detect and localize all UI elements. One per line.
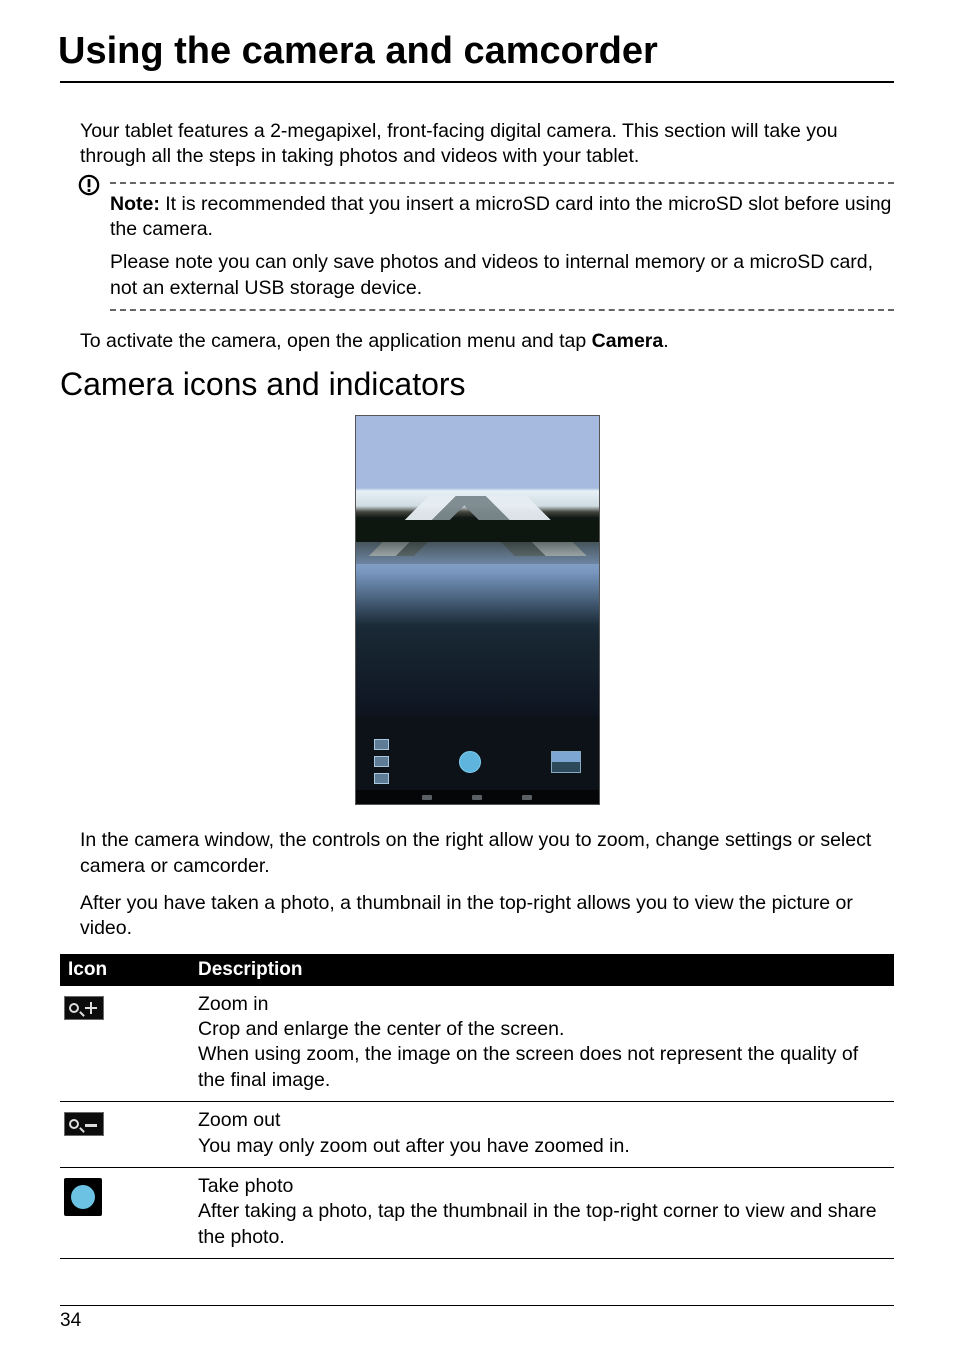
note-label: Note:	[110, 193, 160, 215]
activate-pre: To activate the camera, open the applica…	[80, 330, 592, 352]
table-row: Take photo After taking a photo, tap the…	[60, 1167, 894, 1258]
dashed-top	[110, 182, 894, 184]
note-line-1: It is recommended that you insert a micr…	[110, 193, 891, 240]
zoom-out-desc: Zoom out You may only zoom out after you…	[190, 1102, 894, 1168]
mode-selector	[374, 739, 389, 784]
take-photo-line: After taking a photo, tap the thumbnail …	[198, 1200, 877, 1247]
zoom-out-line: You may only zoom out after you have zoo…	[198, 1135, 630, 1157]
activate-post: .	[663, 330, 668, 352]
body-para-2: After you have taken a photo, a thumbnai…	[80, 891, 894, 942]
note-box: Note: It is recommended that you insert …	[80, 182, 894, 311]
title-divider	[60, 81, 894, 83]
zoom-in-title: Zoom in	[198, 993, 268, 1015]
body-para-1: In the camera window, the controls on th…	[80, 828, 894, 879]
note-text-1: Note: It is recommended that you insert …	[110, 192, 894, 243]
activate-line: To activate the camera, open the applica…	[80, 329, 894, 354]
col-icon: Icon	[60, 954, 190, 986]
table-header-row: Icon Description	[60, 954, 894, 986]
icon-description-table: Icon Description Zoom in Crop and enlarg…	[60, 954, 894, 1259]
camera-app-screenshot	[355, 415, 600, 805]
col-description: Description	[190, 954, 894, 986]
viewfinder-image	[356, 416, 599, 716]
table-row: Zoom in Crop and enlarge the center of t…	[60, 986, 894, 1102]
screenshot-container	[60, 415, 894, 810]
camera-controls-row	[356, 739, 599, 784]
warning-icon	[78, 174, 100, 196]
zoom-out-title: Zoom out	[198, 1109, 280, 1131]
activate-bold: Camera	[592, 330, 664, 352]
table-row: Zoom out You may only zoom out after you…	[60, 1102, 894, 1168]
take-photo-title: Take photo	[198, 1175, 293, 1197]
camera-mode-icon	[374, 739, 389, 750]
dashed-bottom	[110, 309, 894, 311]
take-photo-icon	[64, 1178, 102, 1216]
zoom-in-line1: Crop and enlarge the center of the scree…	[198, 1018, 564, 1040]
shutter-button-icon	[459, 751, 481, 773]
zoom-out-icon	[64, 1112, 104, 1136]
page-title: Using the camera and camcorder	[58, 30, 894, 73]
zoom-in-desc: Zoom in Crop and enlarge the center of t…	[190, 986, 894, 1102]
nav-bar	[356, 790, 599, 804]
page-number: 34	[60, 1305, 894, 1332]
intro-paragraph: Your tablet features a 2-megapixel, fron…	[80, 119, 894, 170]
zoom-in-line2: When using zoom, the image on the screen…	[198, 1043, 858, 1090]
note-text-2: Please note you can only save photos and…	[110, 250, 894, 301]
zoom-in-icon	[64, 996, 104, 1020]
thumbnail-preview-icon	[551, 751, 581, 773]
video-mode-icon	[374, 756, 389, 767]
section-heading: Camera icons and indicators	[60, 366, 894, 403]
panorama-mode-icon	[374, 773, 389, 784]
take-photo-desc: Take photo After taking a photo, tap the…	[190, 1167, 894, 1258]
